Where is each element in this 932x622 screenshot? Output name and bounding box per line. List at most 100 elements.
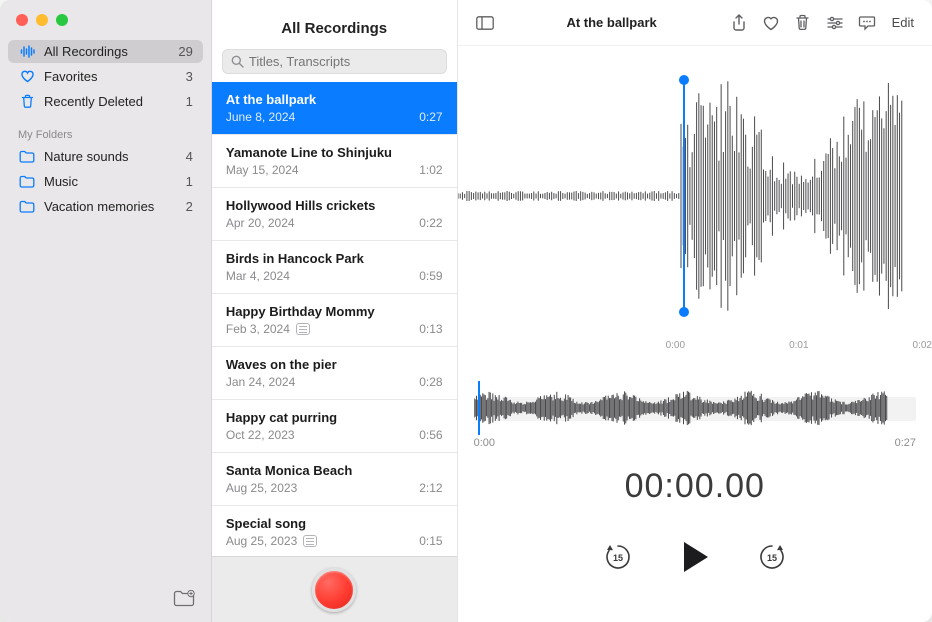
overview-end-time: 0:27 bbox=[895, 437, 916, 449]
sidebar-item-count: 1 bbox=[186, 94, 193, 109]
playback-settings-button[interactable] bbox=[820, 9, 850, 37]
search-input[interactable] bbox=[249, 54, 438, 69]
svg-text:15: 15 bbox=[767, 553, 777, 563]
recording-item-date: Oct 22, 2023 bbox=[226, 428, 295, 442]
folder-icon bbox=[18, 150, 36, 163]
sidebar-item-label: All Recordings bbox=[44, 44, 128, 59]
new-folder-button[interactable] bbox=[173, 590, 195, 608]
recording-item-title: Birds in Hancock Park bbox=[226, 251, 443, 266]
recordings-list-panel: All Recordings At the ballparkJune 8, 20… bbox=[212, 0, 458, 622]
sidebar-folder-label: Music bbox=[44, 174, 78, 189]
recording-item-title: Happy Birthday Mommy bbox=[226, 304, 443, 319]
recording-item-duration: 0:59 bbox=[419, 269, 442, 283]
waveform-graphic bbox=[458, 76, 904, 316]
transcript-badge-icon bbox=[303, 535, 317, 547]
recording-item[interactable]: Special songAug 25, 20230:15 bbox=[212, 506, 457, 556]
sidebar-item-count: 3 bbox=[186, 69, 193, 84]
minimize-window-button[interactable] bbox=[36, 14, 48, 26]
window-controls bbox=[0, 0, 211, 40]
recording-item[interactable]: Yamanote Line to Shinjuku May 15, 2024 1:0… bbox=[212, 135, 457, 188]
trim-start-handle[interactable] bbox=[683, 80, 685, 312]
sidebar-item-count: 29 bbox=[178, 44, 192, 59]
fullscreen-window-button[interactable] bbox=[56, 14, 68, 26]
transcript-badge-icon bbox=[296, 323, 310, 335]
folder-icon bbox=[18, 175, 36, 188]
detail-panel: At the ballpark Edit bbox=[458, 0, 932, 622]
transcript-button[interactable] bbox=[852, 9, 882, 37]
heart-icon bbox=[18, 70, 36, 83]
recording-item-duration: 0:56 bbox=[419, 428, 442, 442]
sidebar-item-label: Recently Deleted bbox=[44, 94, 143, 109]
recording-item-title: Happy cat purring bbox=[226, 410, 443, 425]
recording-item-date: Aug 25, 2023 bbox=[226, 534, 297, 548]
recording-item-date: Aug 25, 2023 bbox=[226, 481, 297, 495]
recording-item-duration: 1:02 bbox=[419, 163, 442, 177]
overview-waveform-graphic bbox=[474, 379, 888, 437]
skip-back-button[interactable]: 15 bbox=[602, 541, 634, 573]
recording-item-date: Apr 20, 2024 bbox=[226, 216, 295, 230]
edit-button[interactable]: Edit bbox=[884, 11, 922, 34]
recording-item-date: Jan 24, 2024 bbox=[226, 375, 295, 389]
recording-item[interactable]: Happy cat purring Oct 22, 2023 0:56 bbox=[212, 400, 457, 453]
sidebar-folder-vacation-memories[interactable]: Vacation memories 2 bbox=[8, 195, 203, 218]
recording-item[interactable]: Waves on the pier Jan 24, 2024 0:28 bbox=[212, 347, 457, 400]
recording-item-title: Santa Monica Beach bbox=[226, 463, 443, 478]
list-header-title: All Recordings bbox=[212, 0, 457, 49]
overview-start-time: 0:00 bbox=[474, 437, 495, 449]
waveform-zoomed[interactable] bbox=[458, 46, 932, 336]
sidebar-item-label: Favorites bbox=[44, 69, 97, 84]
playhead[interactable] bbox=[478, 381, 480, 435]
recording-item-duration: 0:28 bbox=[419, 375, 442, 389]
recording-item-date: Feb 3, 2024 bbox=[226, 322, 290, 336]
detail-toolbar: At the ballpark Edit bbox=[458, 0, 932, 46]
sidebar-item-recently-deleted[interactable]: Recently Deleted 1 bbox=[8, 90, 203, 113]
toggle-sidebar-button[interactable] bbox=[470, 9, 500, 37]
recording-item-duration: 0:13 bbox=[419, 322, 442, 336]
recording-item-duration: 0:22 bbox=[419, 216, 442, 230]
favorite-button[interactable] bbox=[756, 9, 786, 37]
recording-item-title: Yamanote Line to Shinjuku bbox=[226, 145, 443, 160]
search-field[interactable] bbox=[222, 49, 447, 74]
record-button[interactable] bbox=[312, 568, 356, 612]
playback-controls: 15 15 bbox=[458, 540, 932, 574]
recording-item-date: June 8, 2024 bbox=[226, 110, 295, 124]
share-button[interactable] bbox=[724, 9, 754, 37]
close-window-button[interactable] bbox=[16, 14, 28, 26]
sidebar-folder-count: 1 bbox=[186, 174, 193, 189]
recording-item-title: Hollywood Hills crickets bbox=[226, 198, 443, 213]
sidebar-folder-nature-sounds[interactable]: Nature sounds 4 bbox=[8, 145, 203, 168]
ruler-tick: 0:02 bbox=[913, 340, 932, 351]
skip-forward-button[interactable]: 15 bbox=[756, 541, 788, 573]
waveform-icon bbox=[18, 45, 36, 58]
sidebar-folder-count: 2 bbox=[186, 199, 193, 214]
voice-memos-window: All Recordings 29 Favorites 3 Recently Delet… bbox=[0, 0, 932, 622]
recording-item[interactable]: At the ballparkJune 8, 20240:27 bbox=[212, 82, 457, 135]
recording-item[interactable]: Birds in Hancock Park Mar 4, 2024 0:59 bbox=[212, 241, 457, 294]
recording-item-duration: 2:12 bbox=[419, 481, 442, 495]
recording-title: At the ballpark bbox=[500, 15, 724, 30]
play-button[interactable] bbox=[680, 540, 710, 574]
recording-item[interactable]: Santa Monica Beach Aug 25, 2023 2:12 bbox=[212, 453, 457, 506]
svg-text:15: 15 bbox=[613, 553, 623, 563]
recording-item-duration: 0:15 bbox=[419, 534, 442, 548]
sidebar-folder-music[interactable]: Music 1 bbox=[8, 170, 203, 193]
recording-item-title: Waves on the pier bbox=[226, 357, 443, 372]
sidebar-folder-label: Vacation memories bbox=[44, 199, 154, 214]
sidebar-item-favorites[interactable]: Favorites 3 bbox=[8, 65, 203, 88]
sidebar-folder-label: Nature sounds bbox=[44, 149, 129, 164]
time-ruler: 0:00 0:01 0:02 bbox=[458, 336, 932, 351]
recording-item[interactable]: Happy Birthday Mommy Feb 3, 2024 0:13 bbox=[212, 294, 457, 347]
trash-icon bbox=[18, 94, 36, 109]
current-time-display: 00:00.00 bbox=[458, 467, 932, 506]
waveform-overview[interactable] bbox=[474, 379, 916, 437]
recording-item-date: Mar 4, 2024 bbox=[226, 269, 290, 283]
delete-button[interactable] bbox=[788, 9, 818, 37]
recording-item[interactable]: Hollywood Hills crickets Apr 20, 2024 0:22 bbox=[212, 188, 457, 241]
ruler-tick: 0:01 bbox=[789, 340, 808, 351]
sidebar-folder-count: 4 bbox=[186, 149, 193, 164]
search-icon bbox=[231, 55, 244, 68]
recording-item-date: May 15, 2024 bbox=[226, 163, 299, 177]
sidebar: All Recordings 29 Favorites 3 Recently Delet… bbox=[0, 0, 212, 622]
record-bar bbox=[212, 556, 457, 622]
sidebar-item-all-recordings[interactable]: All Recordings 29 bbox=[8, 40, 203, 63]
